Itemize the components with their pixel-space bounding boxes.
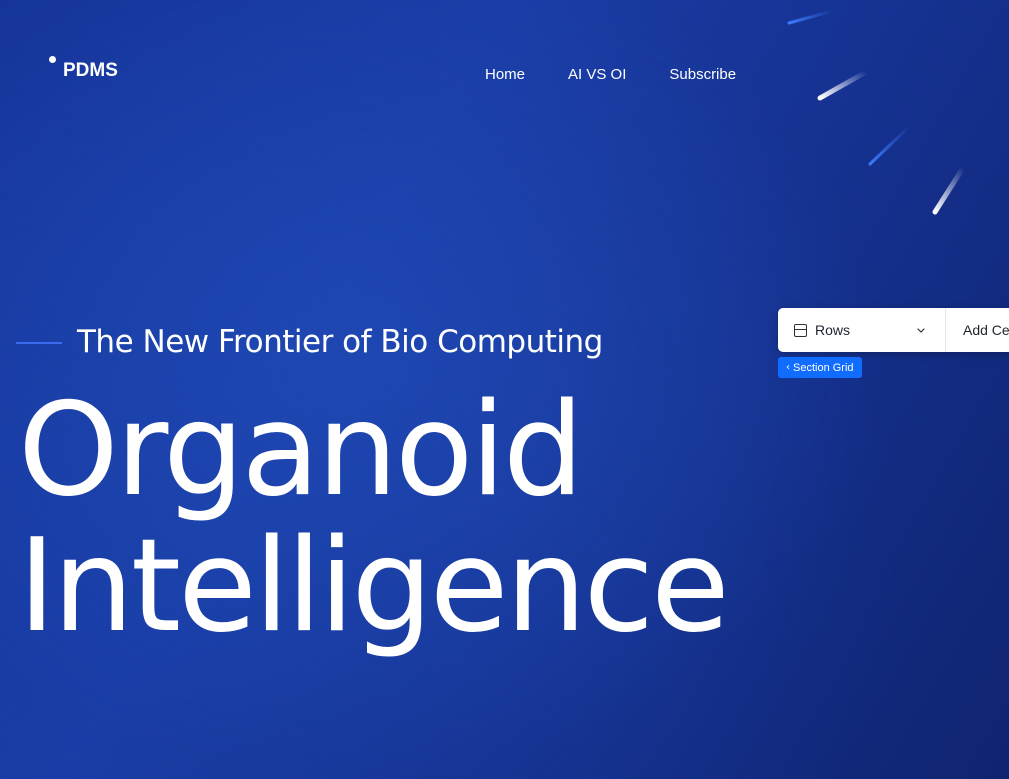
nav-link-home[interactable]: Home — [485, 66, 525, 83]
add-cell-button[interactable]: Add Ce — [946, 322, 1009, 338]
section-grid-label: Section Grid — [793, 361, 854, 374]
streak-white-2 — [932, 165, 966, 215]
nav-link-subscribe[interactable]: Subscribe — [669, 66, 736, 83]
hero-title: Organoid Intelligence — [18, 376, 730, 661]
streak-white-1 — [817, 69, 869, 101]
section-grid-badge[interactable]: ‹ Section Grid — [778, 357, 862, 378]
editor-toolbar: Rows Add Ce — [778, 308, 1009, 352]
hero-subtitle: The New Frontier of Bio Computing — [77, 324, 603, 360]
rows-dropdown[interactable]: Rows — [778, 308, 946, 352]
chevron-left-icon: ‹ — [786, 361, 790, 373]
rows-dropdown-label: Rows — [815, 322, 851, 338]
hero-title-line-2: Intelligence — [18, 512, 730, 661]
nav-link-ai-vs-oi[interactable]: AI VS OI — [568, 66, 626, 83]
streak-blue-mid — [868, 124, 912, 166]
accent-line — [16, 342, 62, 344]
rows-layout-icon — [794, 323, 807, 337]
hero-title-line-1: Organoid — [18, 376, 584, 525]
streak-blue-top — [787, 9, 834, 25]
main-nav: Home AI VS OI Subscribe — [485, 66, 736, 83]
logo-text: PDMS — [63, 60, 118, 81]
logo-dot — [49, 56, 56, 63]
chevron-down-icon — [916, 325, 926, 335]
hero-subtitle-row: The New Frontier of Bio Computing — [16, 324, 603, 360]
